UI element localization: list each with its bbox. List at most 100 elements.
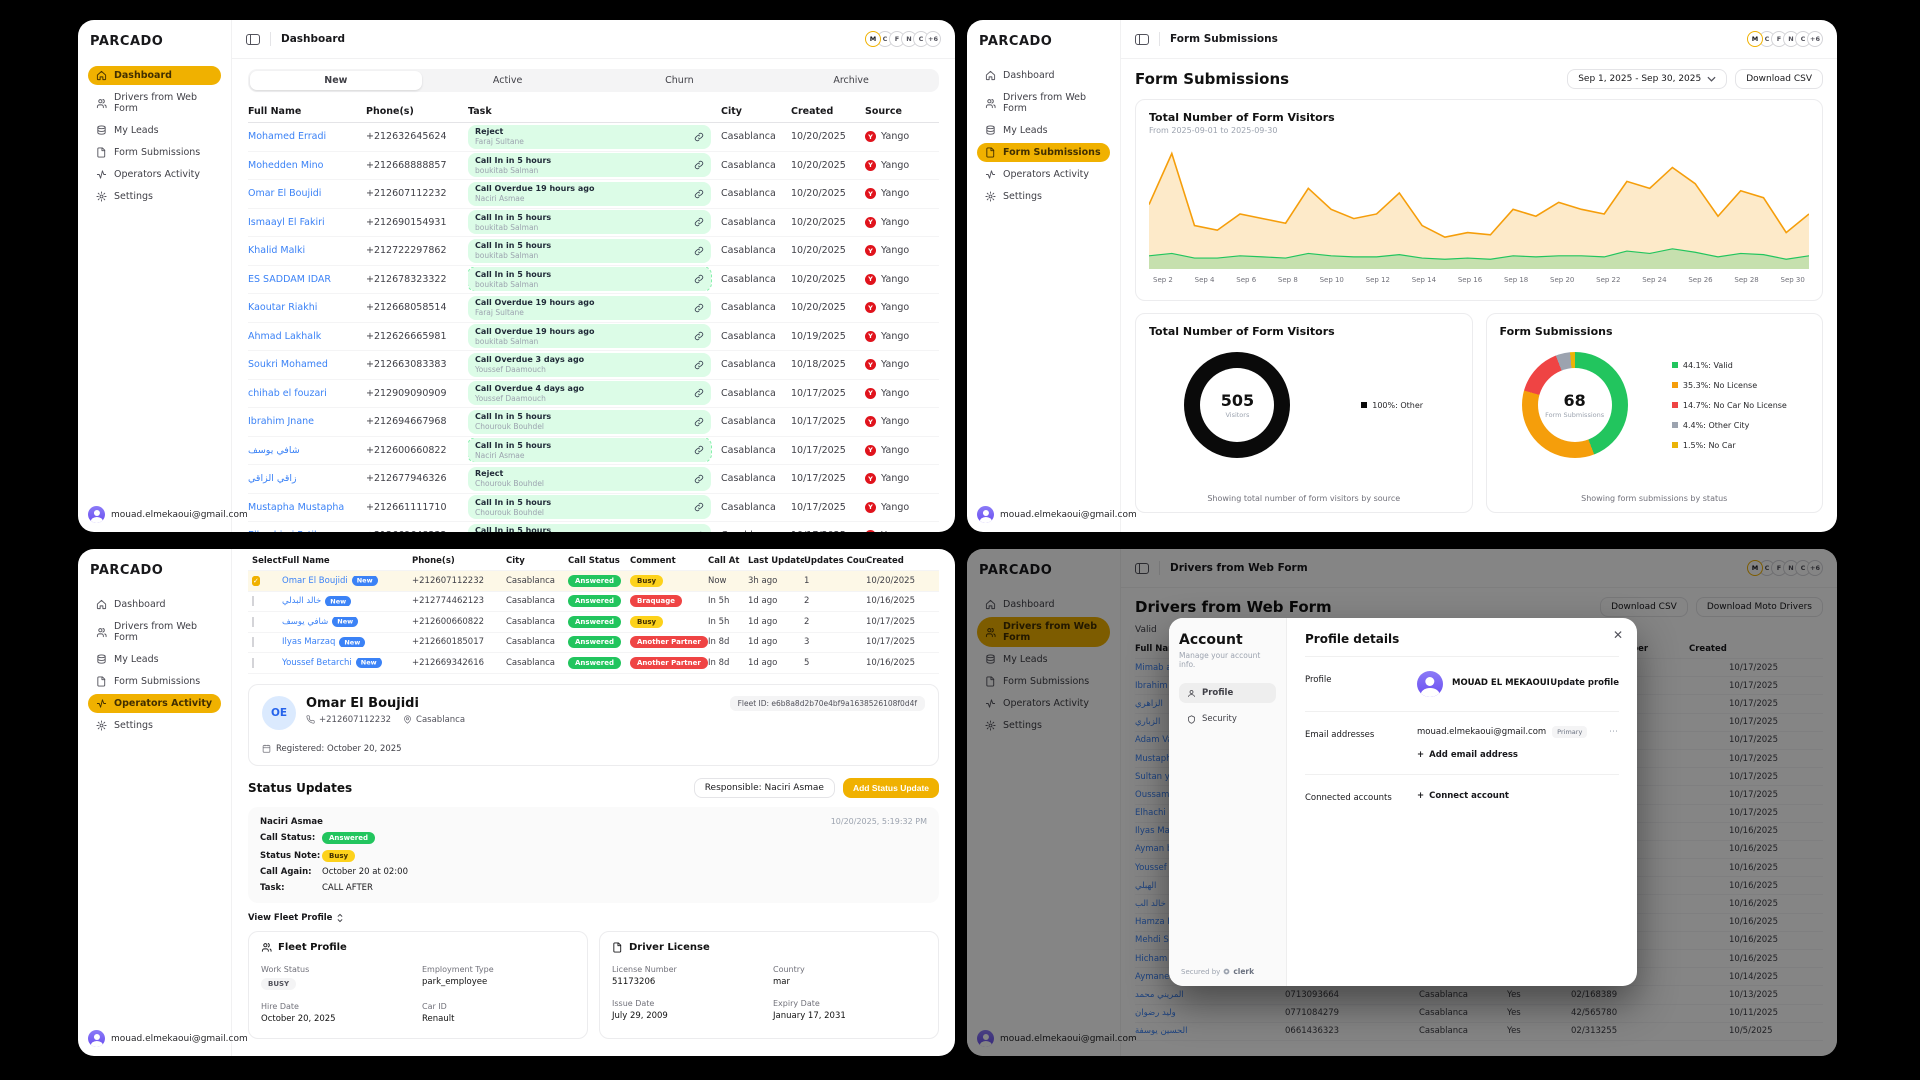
link-icon[interactable] (694, 388, 704, 398)
task-badge[interactable]: Call In in 5 hoursNaciri Asmae (468, 438, 711, 462)
responsible-button[interactable]: Responsible: Naciri Asmae (694, 778, 835, 798)
avatar-M[interactable]: M (865, 31, 881, 47)
operator-lead-link[interactable]: Omar El Boujidi (282, 576, 348, 586)
task-badge[interactable]: Call Overdue 4 days agoYoussef Daamouch (468, 381, 711, 405)
sidebar-toggle-icon[interactable] (1135, 34, 1149, 45)
sidebar-toggle-icon[interactable] (246, 34, 260, 45)
sidebar-item-dashboard[interactable]: Dashboard (88, 66, 221, 85)
sidebar-item-settings[interactable]: Settings (88, 187, 221, 206)
task-badge[interactable]: Call In in 5 hoursChourouk Bouhdel (468, 495, 711, 519)
table-row[interactable]: Mohedden Mino+212668888857Call In in 5 h… (248, 152, 939, 181)
operator-lead-link[interactable]: Ilyas Marzaq (282, 637, 335, 647)
tab-active[interactable]: Active (422, 71, 594, 90)
table-row[interactable]: Mohamed Erradi+212632645624RejectFaraj S… (248, 123, 939, 152)
operator-lead-link[interactable]: Youssef Betarchi (282, 658, 352, 668)
connect-account-button[interactable]: +Connect account (1417, 791, 1509, 801)
user-footer[interactable]: mouad.elmekaoui@gmail.com (977, 506, 1137, 523)
link-icon[interactable] (694, 160, 704, 170)
table-row[interactable]: Youssef BetarchiNew+212669342616Casablan… (248, 653, 939, 674)
task-badge[interactable]: Call In in 5 hoursboukitab Salman (468, 210, 711, 234)
lead-name-link[interactable]: Mohamed Erradi (248, 131, 366, 142)
sidebar-item-my-leads[interactable]: My Leads (88, 121, 221, 140)
table-row[interactable]: Soukri Mohamed+212663083383Call Overdue … (248, 351, 939, 380)
add-email-button[interactable]: +Add email address (1417, 750, 1619, 760)
sidebar-item-dashboard[interactable]: Dashboard (88, 595, 221, 614)
sidebar-item-my-leads[interactable]: My Leads (88, 650, 221, 669)
task-badge[interactable]: Call In in 5 hoursboukitab Salman (468, 267, 711, 291)
add-status-update-button[interactable]: Add Status Update (843, 778, 939, 798)
sidebar-item-drivers-from-web-form[interactable]: Drivers from Web Form (977, 88, 1110, 118)
user-footer[interactable]: mouad.elmekaoui@gmail.com (88, 506, 248, 523)
link-icon[interactable] (694, 189, 704, 199)
row-checkbox[interactable] (252, 658, 254, 668)
download-csv-button[interactable]: Download CSV (1735, 69, 1823, 89)
task-badge[interactable]: Call In in 5 hoursChourouk Bouhdel (468, 524, 711, 532)
table-row[interactable]: شافي يوسفNew+212600660822CasablancaAnswe… (248, 612, 939, 633)
sidebar-item-dashboard[interactable]: Dashboard (977, 66, 1110, 85)
link-icon[interactable] (694, 360, 704, 370)
table-row[interactable]: Khalid Malki+212722297862Call In in 5 ho… (248, 237, 939, 266)
lead-name-link[interactable]: ES SADDAM IDAR (248, 274, 366, 285)
table-row[interactable]: Omar El Boujidi+212607112232Call Overdue… (248, 180, 939, 209)
table-row[interactable]: Kaoutar Riakhi+212668058514Call Overdue … (248, 294, 939, 323)
task-badge[interactable]: RejectChourouk Bouhdel (468, 467, 711, 491)
link-icon[interactable] (694, 531, 704, 532)
link-icon[interactable] (694, 217, 704, 227)
link-icon[interactable] (694, 445, 704, 455)
task-badge[interactable]: Call In in 5 hoursboukitab Salman (468, 153, 711, 177)
task-badge[interactable]: Call In in 5 hoursChourouk Bouhdel (468, 410, 711, 434)
task-badge[interactable]: Call In in 5 hoursboukitab Salman (468, 239, 711, 263)
link-icon[interactable] (694, 417, 704, 427)
tab-new[interactable]: New (250, 71, 422, 90)
row-checkbox[interactable]: ✓ (252, 576, 260, 586)
row-checkbox[interactable] (252, 617, 254, 627)
lead-name-link[interactable]: Elhachimi Fatiha (248, 530, 366, 532)
tab-churn[interactable]: Churn (594, 71, 766, 90)
table-row[interactable]: Mustapha Mustapha+212661111710Call In in… (248, 494, 939, 523)
table-row[interactable]: Ahmad Lakhalk+212626665981Call Overdue 1… (248, 323, 939, 352)
modal-nav-security[interactable]: Security (1179, 709, 1276, 729)
modal-nav-profile[interactable]: Profile (1179, 683, 1276, 703)
link-icon[interactable] (694, 303, 704, 313)
sidebar-item-operators-activity[interactable]: Operators Activity (977, 165, 1110, 184)
table-row[interactable]: chihab el fouzari+212909090909Call Overd… (248, 380, 939, 409)
lead-name-link[interactable]: زاقي الزاقي (248, 473, 366, 484)
lead-name-link[interactable]: Khalid Malki (248, 245, 366, 256)
link-icon[interactable] (694, 274, 704, 284)
row-checkbox[interactable] (252, 637, 254, 647)
table-row[interactable]: Ismaayl El Fakiri+212690154931Call In in… (248, 209, 939, 238)
table-row[interactable]: ✓Omar El BoujidiNew+212607112232Casablan… (248, 571, 939, 592)
date-range-button[interactable]: Sep 1, 2025 - Sep 30, 2025 (1567, 69, 1727, 89)
avatar-M[interactable]: M (1747, 31, 1763, 47)
user-footer[interactable]: mouad.elmekaoui@gmail.com (88, 1030, 248, 1047)
link-icon[interactable] (694, 331, 704, 341)
operator-lead-link[interactable]: شافي يوسف (282, 617, 328, 627)
task-badge[interactable]: RejectFaraj Sultane (468, 125, 711, 149)
link-icon[interactable] (694, 246, 704, 256)
link-icon[interactable] (694, 502, 704, 512)
link-icon[interactable] (694, 474, 704, 484)
sidebar-item-form-submissions[interactable]: Form Submissions (88, 672, 221, 691)
lead-name-link[interactable]: Mustapha Mustapha (248, 502, 366, 513)
avatar-group[interactable]: MCFNC+6 (865, 31, 941, 47)
task-badge[interactable]: Call Overdue 19 hours agoFaraj Sultane (468, 296, 711, 320)
lead-name-link[interactable]: شافي يوسف (248, 445, 366, 456)
lead-name-link[interactable]: Mohedden Mino (248, 160, 366, 171)
table-row[interactable]: خالد البدليNew+212774462123CasablancaAns… (248, 592, 939, 613)
avatar-group[interactable]: MCFNC+6 (1747, 31, 1823, 47)
sidebar-item-settings[interactable]: Settings (977, 187, 1110, 206)
view-fleet-profile-toggle[interactable]: View Fleet Profile (248, 913, 939, 923)
lead-name-link[interactable]: Ahmad Lakhalk (248, 331, 366, 342)
avatar-+6[interactable]: +6 (925, 31, 941, 47)
sidebar-item-drivers-from-web-form[interactable]: Drivers from Web Form (88, 88, 221, 118)
lead-name-link[interactable]: Ibrahim Jnane (248, 416, 366, 427)
lead-name-link[interactable]: Ismaayl El Fakiri (248, 217, 366, 228)
tab-archive[interactable]: Archive (765, 71, 937, 90)
close-icon[interactable]: ✕ (1613, 628, 1623, 642)
table-row[interactable]: ES SADDAM IDAR+212678323322Call In in 5 … (248, 266, 939, 295)
row-checkbox[interactable] (252, 596, 254, 606)
table-row[interactable]: شافي يوسف+212600660822Call In in 5 hours… (248, 437, 939, 466)
sidebar-item-operators-activity[interactable]: Operators Activity (88, 694, 221, 713)
table-row[interactable]: زاقي الزاقي+212677946326RejectChourouk B… (248, 465, 939, 494)
update-profile-button[interactable]: Update profile (1550, 671, 1619, 688)
